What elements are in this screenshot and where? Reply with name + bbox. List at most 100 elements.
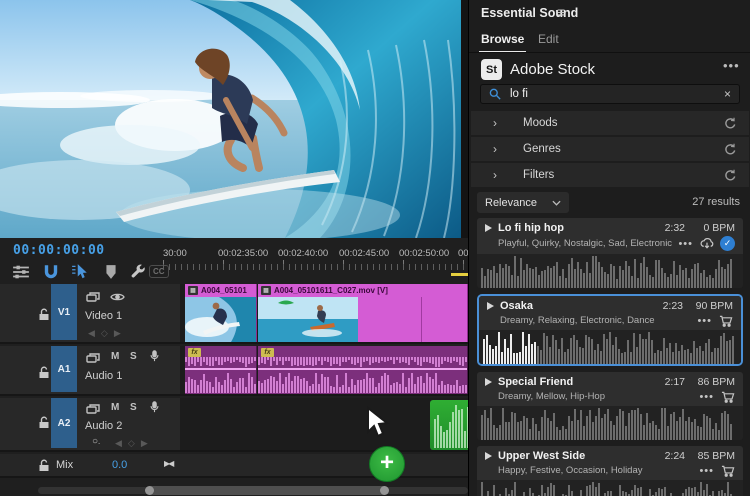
- play-icon[interactable]: [485, 452, 492, 460]
- snap-magnet-icon[interactable]: [42, 264, 60, 280]
- more-options-icon[interactable]: •••: [697, 315, 712, 327]
- audio-result-card[interactable]: Special Friend 2:17 86 BPM Dreamy, Mello…: [477, 372, 743, 440]
- result-waveform: [479, 330, 741, 364]
- source-patch-icon[interactable]: [86, 402, 101, 414]
- keyframe-nav-a2[interactable]: ◀◇▶: [115, 438, 154, 449]
- audio-result-card[interactable]: Osaka 2:23 90 BPM Dreamy, Relaxing, Elec…: [477, 294, 743, 366]
- track-select-a2[interactable]: A2: [51, 398, 77, 448]
- solo-button-a2[interactable]: S: [130, 402, 137, 413]
- audio-clip-1[interactable]: fx: [185, 346, 257, 394]
- lock-icon[interactable]: [38, 366, 50, 379]
- result-title: Special Friend: [498, 376, 659, 388]
- result-bpm: 85 BPM: [691, 450, 735, 462]
- time-ruler[interactable]: 30:0000:02:35:0000:02:40:0000:02:45:0000…: [163, 242, 468, 284]
- chevron-down-icon: [552, 200, 561, 206]
- hscrollbar-thumb[interactable]: [146, 486, 388, 495]
- track-header-a1: A1 M S Audio 1: [0, 346, 180, 396]
- results-list: Lo fi hip hop 2:32 0 BPM Playful, Quirky…: [477, 218, 743, 496]
- premiere-workspace: 00:00:00:00 CC: [0, 0, 750, 496]
- solo-button-a1[interactable]: S: [130, 351, 137, 362]
- result-title: Upper West Side: [498, 450, 659, 462]
- adobe-stock-logo: St: [481, 59, 502, 80]
- result-duration: 2:32: [665, 222, 685, 234]
- reset-icon[interactable]: [724, 169, 737, 182]
- source-patch-icon[interactable]: [86, 290, 101, 302]
- volume-rubber-band[interactable]: [258, 368, 467, 370]
- mix-volume-value[interactable]: 0.0: [112, 459, 127, 471]
- audio-clip-2[interactable]: fx: [258, 346, 468, 394]
- lock-icon[interactable]: [38, 308, 50, 321]
- tab-browse[interactable]: Browse: [481, 32, 524, 46]
- play-icon[interactable]: [487, 302, 494, 310]
- volume-rubber-band[interactable]: [185, 368, 256, 370]
- track-select-a1[interactable]: A1: [51, 346, 77, 392]
- toggle-track-output-eye-icon[interactable]: [110, 290, 125, 302]
- video-lane-v1: ▦A004_05101 ▦A004_05101611_C027.mov [V]: [180, 284, 468, 344]
- mute-button-a1[interactable]: M: [111, 351, 119, 362]
- play-icon[interactable]: [485, 378, 492, 386]
- result-title: Lo fi hip hop: [498, 222, 659, 234]
- clip-fx-icon: ▦: [188, 286, 198, 295]
- video-clip-1[interactable]: ▦A004_05101: [185, 284, 257, 342]
- ruler-label: 00:02:50:00: [399, 248, 449, 259]
- zoom-handle-left[interactable]: [145, 486, 154, 495]
- more-options-icon[interactable]: •••: [699, 391, 714, 403]
- clip-thumbnail-surfer: [185, 297, 257, 342]
- facet-label: Genres: [523, 143, 561, 155]
- more-options-icon[interactable]: •••: [699, 465, 714, 477]
- play-icon[interactable]: [485, 224, 492, 232]
- timeline-settings-icon[interactable]: [12, 264, 30, 280]
- playhead-timecode[interactable]: 00:00:00:00: [13, 243, 105, 258]
- video-clip-2[interactable]: ▦A004_05101611_C027.mov [V]: [258, 284, 468, 342]
- result-waveform: [477, 406, 743, 440]
- voiceover-mic-icon[interactable]: [147, 349, 162, 361]
- panel-menu-icon[interactable]: ≡: [557, 4, 565, 20]
- audio-result-card[interactable]: Lo fi hip hop 2:32 0 BPM Playful, Quirky…: [477, 218, 743, 288]
- lock-icon[interactable]: [38, 416, 50, 429]
- timeline-hscrollbar[interactable]: [38, 487, 468, 494]
- reset-icon[interactable]: [724, 117, 737, 130]
- zoom-handle-right[interactable]: [380, 486, 389, 495]
- result-header: Upper West Side 2:24 85 BPM Happy, Festi…: [477, 446, 743, 480]
- more-options-icon[interactable]: •••: [723, 58, 740, 73]
- track-name-a1[interactable]: Audio 1: [85, 370, 122, 382]
- reset-icon[interactable]: [724, 143, 737, 156]
- track-select-v1[interactable]: V1: [51, 284, 77, 340]
- audio-lane-a1: fx fx: [180, 346, 468, 396]
- result-title: Osaka: [500, 300, 657, 312]
- audio-result-card[interactable]: Upper West Side 2:24 85 BPM Happy, Festi…: [477, 446, 743, 496]
- source-patch-icon[interactable]: [86, 351, 101, 363]
- mute-button-a2[interactable]: M: [111, 402, 119, 413]
- add-to-cart-icon[interactable]: [719, 314, 733, 327]
- result-header: Osaka 2:23 90 BPM Dreamy, Relaxing, Elec…: [479, 296, 741, 330]
- chevron-right-icon: ›: [493, 142, 497, 156]
- facet-genres[interactable]: › Genres: [471, 137, 749, 161]
- fx-badge: fx: [188, 348, 201, 357]
- result-header: Special Friend 2:17 86 BPM Dreamy, Mello…: [477, 372, 743, 406]
- clear-search-icon[interactable]: ×: [724, 87, 731, 101]
- track-name-v1[interactable]: Video 1: [85, 310, 122, 322]
- track-name-a2[interactable]: Audio 2: [85, 420, 122, 432]
- linked-selection-icon[interactable]: [71, 264, 89, 280]
- add-keyframe-icon[interactable]: ○.: [92, 436, 100, 447]
- more-options-icon[interactable]: •••: [678, 238, 693, 250]
- tab-edit[interactable]: Edit: [538, 32, 559, 46]
- add-to-cart-icon[interactable]: [721, 390, 735, 403]
- result-waveform: [477, 480, 743, 496]
- add-to-cart-icon[interactable]: [721, 464, 735, 477]
- result-tags: Dreamy, Relaxing, Electronic, Dance: [500, 315, 693, 326]
- collapse-track-icon[interactable]: ▶◀: [164, 459, 172, 468]
- keyframe-nav-v1[interactable]: ◀◇▶: [88, 328, 127, 339]
- wrench-icon[interactable]: [129, 263, 147, 279]
- lock-icon[interactable]: [38, 459, 50, 472]
- facet-filters[interactable]: › Filters: [471, 163, 749, 187]
- search-input[interactable]: lo fi ×: [480, 84, 740, 104]
- result-duration: 2:17: [665, 376, 685, 388]
- chevron-right-icon: ›: [493, 168, 497, 182]
- voiceover-mic-icon[interactable]: [147, 400, 162, 412]
- sort-dropdown[interactable]: Relevance: [477, 192, 569, 213]
- facet-moods[interactable]: › Moods: [471, 111, 749, 135]
- marker-icon[interactable]: [102, 264, 120, 280]
- fx-badge: fx: [261, 348, 274, 357]
- cloud-download-icon[interactable]: [700, 237, 714, 250]
